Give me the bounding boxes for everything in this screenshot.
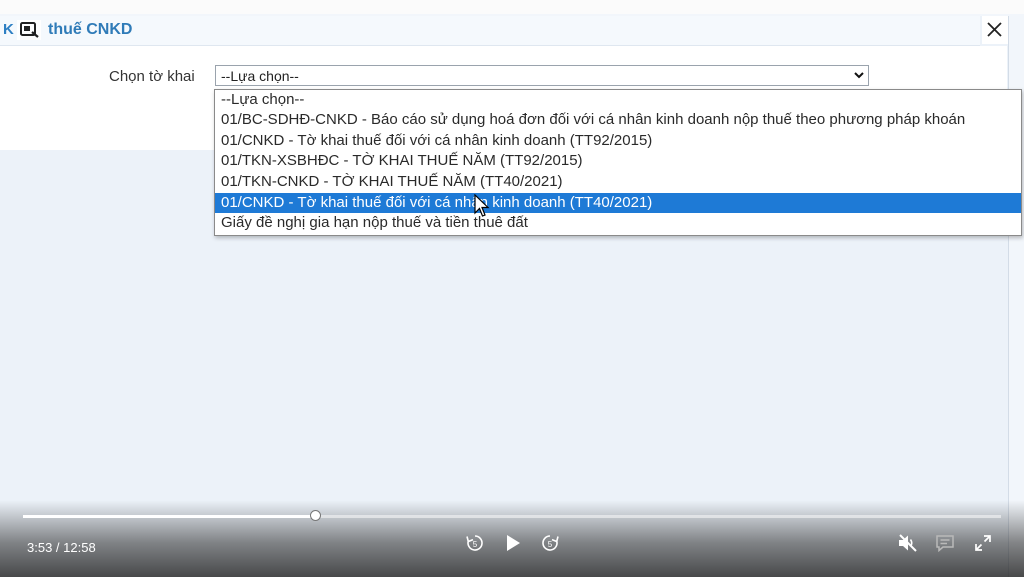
rewind-icon[interactable]: 5 (465, 533, 485, 553)
playback-time: 3:53 / 12:58 (27, 540, 96, 555)
dialog-title: thuế CNKD (48, 21, 133, 38)
top-strip (0, 0, 1024, 14)
dialog-title-bar (0, 16, 980, 46)
svg-text:5: 5 (548, 540, 553, 549)
dropdown-option[interactable]: --Lựa chọn-- (215, 90, 1021, 110)
dropdown-option[interactable]: 01/BC-SDHĐ-CNKD - Báo cáo sử dụng hoá đơ… (215, 110, 1021, 130)
close-button[interactable] (982, 16, 1008, 44)
dropdown-option[interactable]: 01/TKN-CNKD - TỜ KHAI THUẾ NĂM (TT40/202… (215, 172, 1021, 192)
dropdown-option[interactable]: 01/TKN-XSBHĐC - TỜ KHAI THUẾ NĂM (TT92/2… (215, 151, 1021, 171)
fullscreen-icon[interactable] (973, 533, 993, 553)
mouse-pointer-icon (474, 194, 490, 217)
screen-capture-icon[interactable] (17, 20, 41, 40)
close-icon (987, 22, 1002, 37)
chevron-down-icon (854, 72, 864, 79)
select-current-value: --Lựa chọn-- (221, 68, 299, 84)
svg-text:5: 5 (473, 540, 478, 549)
video-progress-bar[interactable] (23, 510, 1001, 521)
forward-icon[interactable]: 5 (540, 533, 560, 553)
select-form-label: Chọn tờ khai (109, 68, 195, 85)
captions-icon[interactable] (935, 534, 955, 552)
dropdown-option[interactable]: 01/CNKD - Tờ khai thuế đối với cá nhân k… (215, 131, 1021, 151)
dropdown-option[interactable]: 01/CNKD - Tờ khai thuế đối với cá nhân k… (215, 193, 1021, 213)
dialog-title-prefix: K (3, 21, 14, 38)
dropdown-list: --Lựa chọn-- 01/BC-SDHĐ-CNKD - Báo cáo s… (214, 89, 1022, 236)
form-type-select[interactable]: --Lựa chọn-- (215, 65, 869, 86)
play-icon[interactable] (503, 533, 523, 553)
dropdown-option[interactable]: Giấy đề nghị gia hạn nộp thuế và tiền th… (215, 213, 1021, 233)
muted-volume-icon[interactable] (897, 533, 919, 553)
video-progress-fill (23, 515, 317, 518)
